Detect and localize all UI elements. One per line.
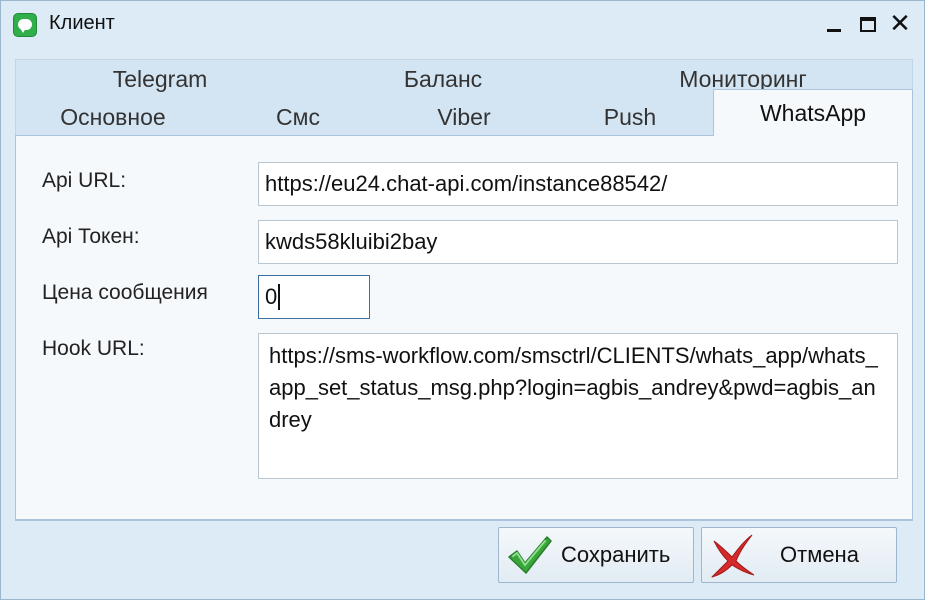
- cross-icon: [710, 534, 755, 578]
- tab-balance[interactable]: Баланс: [358, 61, 528, 97]
- whatsapp-settings-panel: Api URL: https://eu24.chat-api.com/insta…: [15, 135, 913, 520]
- price-value: 0: [265, 284, 278, 309]
- tab-sms[interactable]: Смс: [223, 99, 373, 135]
- tab-main[interactable]: Основное: [33, 99, 193, 135]
- minimize-icon[interactable]: [819, 9, 849, 39]
- button-bar: Сохранить Отмена: [15, 520, 913, 598]
- cancel-button[interactable]: Отмена: [701, 527, 897, 583]
- dialog-body: Telegram Баланс Мониторинг Основное Смс …: [13, 49, 914, 598]
- client-window: Клиент ✕ Telegram Баланс Мониторинг Осно…: [0, 0, 925, 600]
- cancel-button-label: Отмена: [780, 542, 859, 567]
- checkmark-icon: [508, 536, 552, 574]
- tab-push[interactable]: Push: [555, 99, 705, 135]
- save-button-label: Сохранить: [561, 542, 671, 567]
- save-button[interactable]: Сохранить: [498, 527, 694, 583]
- panel-top-border: [15, 135, 713, 136]
- chat-bubble-icon: [13, 13, 37, 37]
- api-token-field[interactable]: kwds58kluibi2bay: [258, 220, 898, 264]
- tab-telegram[interactable]: Telegram: [75, 61, 245, 97]
- price-label: Цена сообщения: [42, 281, 208, 304]
- window-title: Клиент: [49, 12, 115, 34]
- api-url-label: Api URL:: [42, 169, 127, 192]
- title-bar[interactable]: Клиент ✕: [1, 1, 924, 49]
- api-token-label: Api Токен:: [42, 225, 140, 248]
- hook-url-textarea[interactable]: https://sms-workflow.com/smsctrl/CLIENTS…: [258, 333, 898, 479]
- price-field[interactable]: 0: [258, 275, 370, 319]
- tab-whatsapp[interactable]: WhatsApp: [713, 89, 913, 136]
- close-icon[interactable]: ✕: [885, 9, 915, 39]
- hook-url-label: Hook URL:: [42, 337, 145, 360]
- text-caret: [278, 284, 281, 310]
- tab-viber[interactable]: Viber: [389, 99, 539, 135]
- api-url-field[interactable]: https://eu24.chat-api.com/instance88542/: [258, 162, 898, 206]
- maximize-icon[interactable]: [853, 9, 883, 39]
